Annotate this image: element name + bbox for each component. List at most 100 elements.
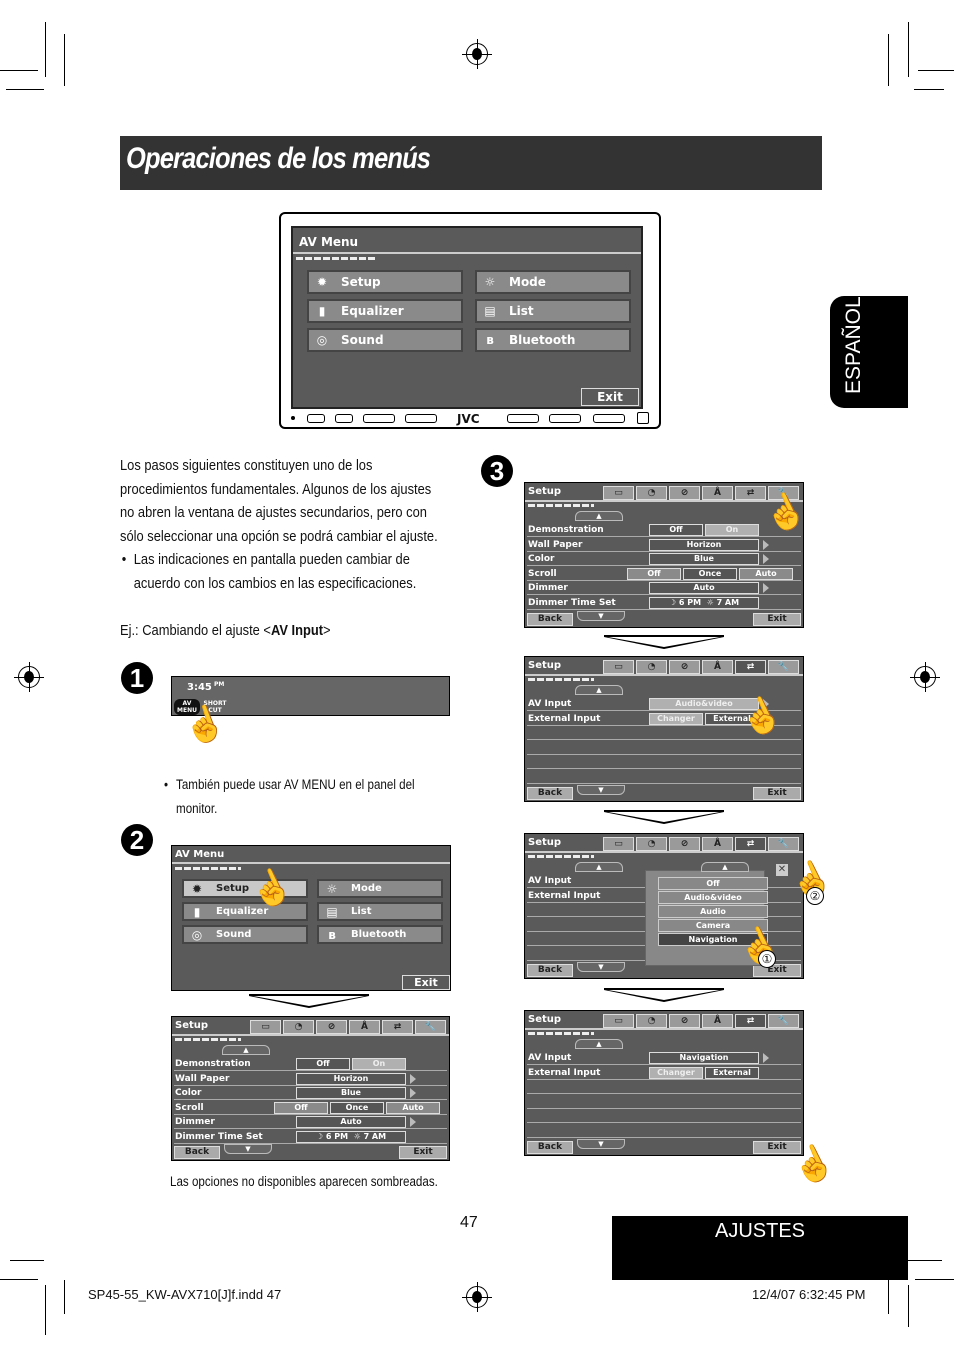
scroll-option[interactable]: Once: [330, 1101, 384, 1114]
tuner-tab-icon[interactable]: Å: [702, 1014, 733, 1028]
system-tab-icon[interactable]: 🔧: [768, 837, 799, 851]
tuner-tab-icon[interactable]: Å: [702, 660, 733, 674]
disp-button[interactable]: [405, 414, 437, 423]
tuner-tab-icon[interactable]: Å: [702, 486, 733, 500]
chevron-right-icon[interactable]: [410, 1088, 416, 1098]
setting-row[interactable]: Dimmer Auto: [174, 1115, 447, 1129]
av-input-value[interactable]: Navigation: [649, 1052, 759, 1064]
menu-button-sound[interactable]: ◎ Sound: [182, 925, 308, 944]
dimmer-time-value[interactable]: ☽ 6 PM ☼ 7 AM: [296, 1130, 406, 1143]
chevron-right-icon[interactable]: [410, 1117, 416, 1127]
setting-row[interactable]: Demonstration Off On: [174, 1057, 447, 1071]
setting-value[interactable]: Horizon: [649, 538, 759, 551]
scroll-down-button[interactable]: ▼: [577, 1139, 625, 1149]
menu-button-mode[interactable]: ☼ Mode: [317, 879, 443, 898]
scroll-down-button[interactable]: ▼: [224, 1144, 272, 1154]
menu-button-bluetooth[interactable]: ʙ Bluetooth: [317, 925, 443, 944]
clock-tab-icon[interactable]: ◔: [636, 486, 667, 500]
clock-tab-icon[interactable]: ◔: [636, 837, 667, 851]
disc-tab-icon[interactable]: ⊘: [669, 1014, 700, 1028]
scroll-up-button[interactable]: ▲: [575, 862, 623, 872]
system-tab-icon[interactable]: 🔧: [415, 1020, 446, 1034]
disc-tab-icon[interactable]: ⊘: [669, 660, 700, 674]
setting-row[interactable]: Color Blue: [527, 552, 801, 566]
scroll-down-button[interactable]: ▼: [577, 611, 625, 621]
display-tab-icon[interactable]: ▭: [250, 1020, 281, 1034]
exit-button[interactable]: Exit: [581, 388, 639, 406]
setting-value[interactable]: Horizon: [296, 1072, 406, 1085]
back-button[interactable]: Back: [527, 787, 573, 800]
back-button[interactable]: Back: [527, 1141, 573, 1154]
power-button[interactable]: [637, 412, 649, 424]
disc-tab-icon[interactable]: ⊘: [669, 837, 700, 851]
setting-row[interactable]: Color Blue: [174, 1086, 447, 1100]
scroll-option[interactable]: Auto: [386, 1101, 440, 1114]
setting-row[interactable]: Wall Paper Horizon: [527, 538, 801, 552]
menu-button-list[interactable]: ▤ List: [317, 902, 443, 921]
exit-button[interactable]: Exit: [753, 787, 801, 800]
clock-tab-icon[interactable]: ◔: [283, 1020, 314, 1034]
setting-row[interactable]: Wall Paper Horizon: [174, 1072, 447, 1086]
setting-value[interactable]: Blue: [649, 553, 759, 565]
scroll-option[interactable]: Off: [627, 567, 681, 580]
disc-tab-icon[interactable]: ⊘: [669, 486, 700, 500]
chevron-right-icon[interactable]: [763, 583, 769, 593]
tuner-tab-icon[interactable]: Å: [349, 1020, 380, 1034]
menu-button-bluetooth[interactable]: ʙ Bluetooth: [475, 328, 631, 352]
exit-button[interactable]: Exit: [402, 975, 450, 990]
popup-option[interactable]: Audio: [658, 905, 768, 918]
setting-value[interactable]: Blue: [296, 1087, 406, 1099]
clock-tab-icon[interactable]: ◔: [636, 1014, 667, 1028]
dimmer-time-value[interactable]: ☽ 6 PM ☼ 7 AM: [649, 596, 759, 609]
menu-button-list[interactable]: ▤ List: [475, 299, 631, 323]
popup-option[interactable]: Off: [658, 877, 768, 890]
volume-down-button[interactable]: [507, 414, 539, 423]
input-tab-icon[interactable]: ⇄: [735, 837, 766, 851]
att-button[interactable]: [307, 414, 325, 423]
setting-value[interactable]: Auto: [296, 1116, 406, 1128]
reset-button[interactable]: [291, 416, 295, 420]
back-button[interactable]: Back: [527, 964, 573, 977]
menu-button-setup[interactable]: ✹ Setup: [307, 270, 463, 294]
input-tab-icon[interactable]: ⇄: [735, 486, 766, 500]
setting-row[interactable]: Demonstration Off On: [527, 523, 801, 537]
scroll-option[interactable]: Auto: [739, 567, 793, 580]
setting-row[interactable]: Scroll Off Once Auto: [527, 567, 801, 581]
option-on[interactable]: On: [352, 1058, 406, 1070]
setting-row[interactable]: Dimmer Time Set ☽ 6 PM ☼ 7 AM: [174, 1130, 447, 1144]
display-tab-icon[interactable]: ▭: [603, 660, 634, 674]
setting-row[interactable]: Scroll Off Once Auto: [174, 1101, 447, 1115]
setting-row[interactable]: AV Input Navigation: [527, 1051, 801, 1065]
back-button[interactable]: Back: [527, 613, 573, 626]
display-tab-icon[interactable]: ▭: [603, 837, 634, 851]
exit-button[interactable]: Exit: [399, 1146, 447, 1159]
source-button[interactable]: [363, 414, 395, 423]
option-off[interactable]: Off: [649, 524, 703, 536]
scroll-up-button[interactable]: ▲: [222, 1045, 270, 1055]
display-tab-icon[interactable]: ▭: [603, 486, 634, 500]
volume-up-button[interactable]: [549, 414, 581, 423]
option-changer[interactable]: Changer: [649, 712, 703, 725]
display-tab-icon[interactable]: ▭: [603, 1014, 634, 1028]
chevron-right-icon[interactable]: [763, 554, 769, 564]
chevron-right-icon[interactable]: [410, 1073, 416, 1084]
chevron-right-icon[interactable]: [763, 1053, 769, 1063]
setting-row[interactable]: Dimmer Time Set ☽ 6 PM ☼ 7 AM: [527, 596, 801, 610]
option-on[interactable]: On: [705, 524, 759, 536]
system-tab-icon[interactable]: 🔧: [768, 1014, 799, 1028]
scroll-up-button[interactable]: ▲: [575, 1039, 623, 1049]
scroll-down-button[interactable]: ▼: [577, 962, 625, 972]
av-menu-hw-button[interactable]: [335, 414, 353, 423]
tuner-tab-icon[interactable]: Å: [702, 837, 733, 851]
menu-button-mode[interactable]: ☼ Mode: [475, 270, 631, 294]
exit-button[interactable]: Exit: [753, 613, 801, 626]
system-tab-icon[interactable]: 🔧: [768, 660, 799, 674]
scroll-up-button[interactable]: ▲: [575, 685, 623, 695]
option-external[interactable]: External: [705, 1066, 759, 1079]
setting-value[interactable]: Auto: [649, 582, 759, 594]
input-tab-icon[interactable]: ⇄: [735, 1014, 766, 1028]
popup-option[interactable]: Audio&video: [658, 891, 768, 904]
scroll-option[interactable]: Once: [683, 567, 737, 580]
popup-scroll-up[interactable]: ▲: [701, 862, 749, 872]
scroll-option[interactable]: Off: [274, 1101, 328, 1114]
